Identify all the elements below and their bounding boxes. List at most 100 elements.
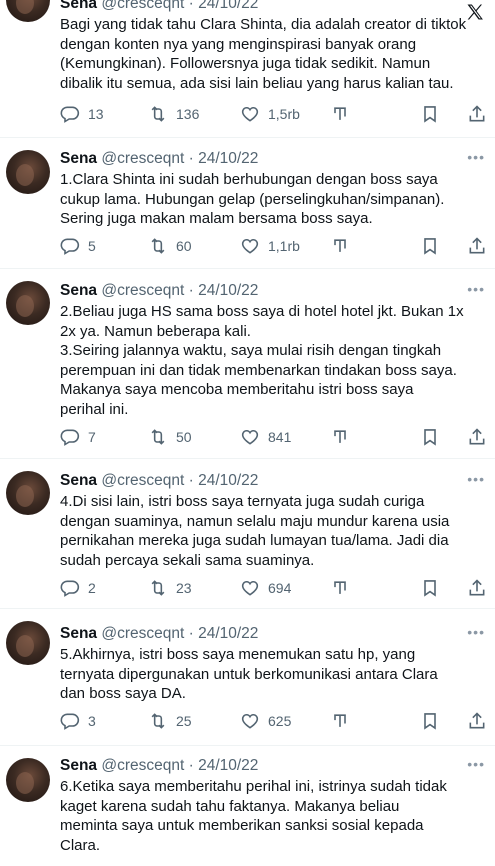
like-count: 625 bbox=[268, 713, 292, 729]
reply-icon bbox=[60, 713, 80, 730]
tweet-actions: 5 60 1,1rb bbox=[60, 235, 490, 257]
like-button[interactable]: 1,1rb bbox=[240, 235, 300, 257]
reply-icon bbox=[60, 238, 80, 255]
retweet-button[interactable]: 60 bbox=[148, 235, 192, 257]
bookmark-button[interactable] bbox=[420, 426, 440, 448]
author-name[interactable]: Sena bbox=[60, 150, 97, 167]
bookmark-icon bbox=[424, 238, 436, 255]
tweet-text: 6.Ketika saya memberitahu perihal ini, i… bbox=[60, 778, 447, 854]
share-button[interactable] bbox=[467, 426, 487, 448]
like-count: 1,5rb bbox=[268, 106, 300, 122]
tweet-actions: 7 50 841 bbox=[60, 426, 490, 448]
bookmark-button[interactable] bbox=[420, 235, 440, 257]
analytics-button[interactable] bbox=[330, 426, 350, 448]
author-handle-date[interactable]: @cresceqnt · 24/10/22 bbox=[101, 0, 258, 12]
thread-feed: Sena @cresceqnt · 24/10/22 Bagi yang tid… bbox=[0, 0, 495, 866]
retweet-count: 50 bbox=[176, 429, 192, 445]
retweet-button[interactable]: 23 bbox=[148, 577, 192, 599]
share-button[interactable] bbox=[467, 235, 487, 257]
tweet[interactable]: Sena @cresceqnt · 24/10/22 Bagi yang tid… bbox=[0, 0, 495, 137]
more-icon[interactable]: ••• bbox=[467, 756, 485, 772]
avatar[interactable] bbox=[6, 150, 50, 194]
avatar[interactable] bbox=[6, 471, 50, 515]
reply-button[interactable]: 5 bbox=[60, 235, 96, 257]
tweet-text: 1.Clara Shinta ini sudah berhubungan den… bbox=[60, 171, 445, 227]
avatar[interactable] bbox=[6, 758, 50, 802]
more-icon[interactable]: ••• bbox=[467, 624, 485, 640]
bookmark-button[interactable] bbox=[420, 577, 440, 599]
avatar[interactable] bbox=[6, 281, 50, 325]
tweet[interactable]: Sena @cresceqnt · 24/10/22 ••• 6.Ketika … bbox=[0, 745, 495, 866]
reply-button[interactable]: 7 bbox=[60, 426, 96, 448]
author-handle-date[interactable]: @cresceqnt · 24/10/22 bbox=[101, 282, 258, 299]
author-handle-date[interactable]: @cresceqnt · 24/10/22 bbox=[101, 472, 258, 489]
retweet-icon bbox=[151, 580, 165, 596]
tweet[interactable]: Sena @cresceqnt · 24/10/22 ••• 4.Di sisi… bbox=[0, 458, 495, 608]
author-name[interactable]: Sena bbox=[60, 282, 97, 299]
like-button[interactable]: 625 bbox=[240, 710, 291, 732]
reply-count: 7 bbox=[88, 429, 96, 445]
analytics-button[interactable] bbox=[330, 710, 350, 732]
retweet-icon bbox=[151, 713, 165, 729]
reply-icon bbox=[60, 429, 80, 446]
bookmark-icon bbox=[424, 106, 436, 123]
share-icon bbox=[469, 237, 485, 254]
analytics-button[interactable] bbox=[330, 577, 350, 599]
author-handle-date[interactable]: @cresceqnt · 24/10/22 bbox=[101, 625, 258, 642]
retweet-count: 25 bbox=[176, 713, 192, 729]
tweet-text: Bagi yang tidak tahu Clara Shinta, dia a… bbox=[60, 16, 467, 92]
bookmark-button[interactable] bbox=[420, 103, 440, 125]
reply-count: 13 bbox=[88, 106, 104, 122]
author-name[interactable]: Sena bbox=[60, 625, 97, 642]
tweet[interactable]: Sena @cresceqnt · 24/10/22 ••• 5.Akhirny… bbox=[0, 608, 495, 745]
reply-count: 3 bbox=[88, 713, 96, 729]
analytics-icon bbox=[334, 430, 346, 443]
analytics-icon bbox=[334, 107, 346, 120]
share-icon bbox=[469, 712, 485, 729]
retweet-count: 136 bbox=[176, 106, 200, 122]
author-handle-date[interactable]: @cresceqnt · 24/10/22 bbox=[101, 757, 258, 774]
reply-count: 2 bbox=[88, 580, 96, 596]
like-button[interactable]: 694 bbox=[240, 577, 291, 599]
reply-button[interactable]: 3 bbox=[60, 710, 96, 732]
analytics-button[interactable] bbox=[330, 103, 350, 125]
tweet-text: 4.Di sisi lain, istri boss saya ternyata… bbox=[60, 493, 450, 569]
author-handle-date[interactable]: @cresceqnt · 24/10/22 bbox=[101, 150, 258, 167]
heart-icon bbox=[241, 713, 259, 729]
author-name[interactable]: Sena bbox=[60, 472, 97, 489]
bookmark-icon bbox=[424, 580, 436, 597]
like-button[interactable]: 841 bbox=[240, 426, 291, 448]
tweet[interactable]: Sena @cresceqnt · 24/10/22 ••• 2.Beliau … bbox=[0, 268, 495, 458]
share-button[interactable] bbox=[467, 103, 487, 125]
bookmark-icon bbox=[424, 713, 436, 730]
analytics-button[interactable] bbox=[330, 235, 350, 257]
tweet-text: 2.Beliau juga HS sama boss saya di hotel… bbox=[60, 303, 464, 418]
tweet-actions: 2 23 694 bbox=[60, 577, 490, 599]
share-button[interactable] bbox=[467, 710, 487, 732]
reply-button[interactable]: 13 bbox=[60, 103, 104, 125]
reply-button[interactable]: 2 bbox=[60, 577, 96, 599]
like-button[interactable]: 1,5rb bbox=[240, 103, 300, 125]
heart-icon bbox=[241, 580, 259, 596]
author-name[interactable]: Sena bbox=[60, 757, 97, 774]
more-icon[interactable]: ••• bbox=[467, 149, 485, 165]
share-button[interactable] bbox=[467, 577, 487, 599]
more-icon[interactable]: ••• bbox=[467, 281, 485, 297]
avatar[interactable] bbox=[6, 621, 50, 665]
retweet-button[interactable]: 50 bbox=[148, 426, 192, 448]
tweet[interactable]: Sena @cresceqnt · 24/10/22 ••• 1.Clara S… bbox=[0, 137, 495, 268]
avatar[interactable] bbox=[6, 0, 50, 22]
bookmark-button[interactable] bbox=[420, 710, 440, 732]
heart-icon bbox=[241, 238, 259, 254]
author-name[interactable]: Sena bbox=[60, 0, 97, 12]
analytics-icon bbox=[334, 714, 346, 727]
retweet-icon bbox=[151, 429, 165, 445]
tweet-actions: 13 136 1,5rb bbox=[60, 103, 490, 125]
heart-icon bbox=[241, 429, 259, 445]
bookmark-icon bbox=[424, 429, 436, 446]
heart-icon bbox=[241, 106, 259, 122]
more-icon[interactable]: ••• bbox=[467, 471, 485, 487]
retweet-icon bbox=[151, 106, 165, 122]
retweet-button[interactable]: 136 bbox=[148, 103, 199, 125]
retweet-button[interactable]: 25 bbox=[148, 710, 192, 732]
